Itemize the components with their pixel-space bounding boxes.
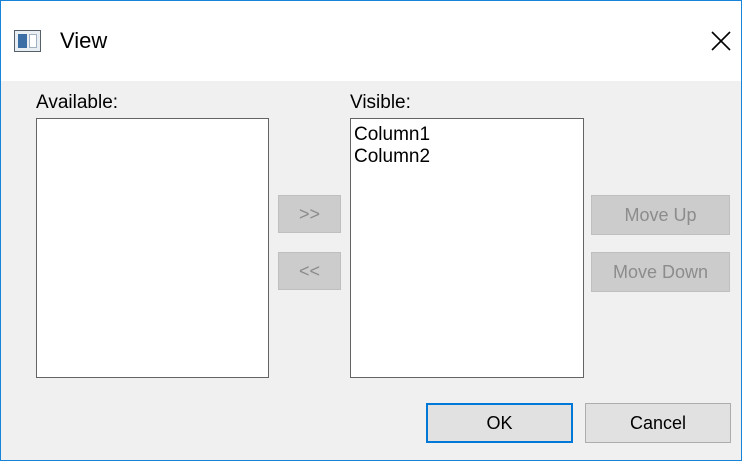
window-view-icon bbox=[14, 30, 41, 52]
window-title: View bbox=[60, 28, 108, 53]
icon-pane-right bbox=[29, 34, 37, 48]
close-icon bbox=[711, 31, 731, 51]
visible-listbox[interactable]: Column1 Column2 bbox=[350, 118, 584, 378]
view-dialog: View Available: >> << Visible: Column1 Co… bbox=[0, 0, 742, 461]
icon-pane-left bbox=[18, 34, 27, 48]
visible-label: Visible: bbox=[350, 92, 411, 113]
list-item[interactable]: Column1 bbox=[351, 124, 583, 146]
available-listbox[interactable] bbox=[36, 118, 269, 378]
remove-from-visible-button[interactable]: << bbox=[278, 252, 341, 290]
cancel-button[interactable]: Cancel bbox=[585, 403, 731, 443]
move-up-button[interactable]: Move Up bbox=[591, 195, 730, 235]
close-button[interactable] bbox=[701, 21, 741, 61]
list-item[interactable]: Column2 bbox=[351, 146, 583, 168]
title-bar: View bbox=[1, 1, 741, 81]
move-down-button[interactable]: Move Down bbox=[591, 252, 730, 292]
available-label: Available: bbox=[36, 92, 119, 113]
ok-button[interactable]: OK bbox=[426, 403, 573, 443]
add-to-visible-button[interactable]: >> bbox=[278, 195, 341, 233]
